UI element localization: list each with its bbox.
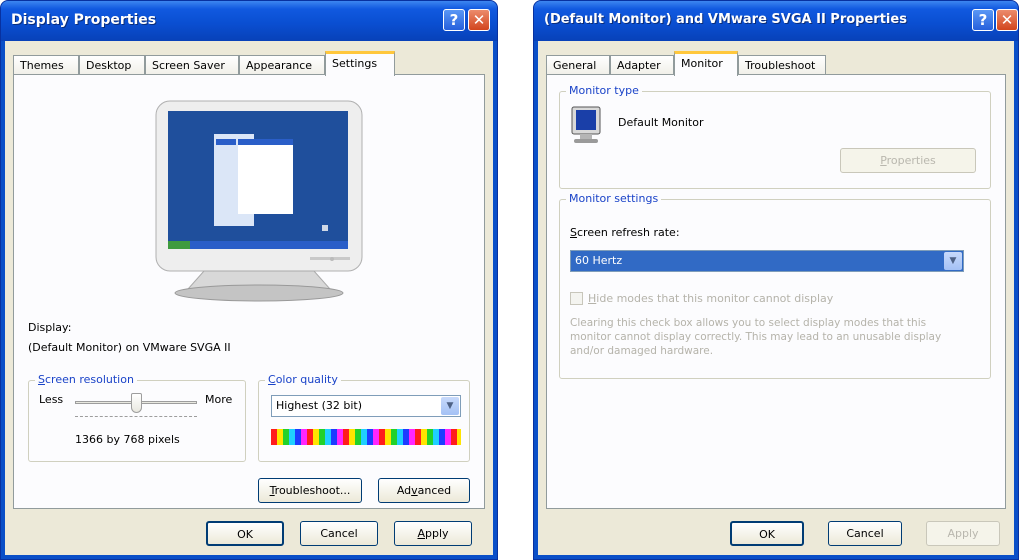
settings-panel: Display: (Default Monitor) on VMware SVG… — [13, 74, 485, 509]
display-properties-window: Display Properties ? ✕ Themes Desktop Sc… — [0, 0, 498, 560]
monitor-settings-legend: Monitor settings — [566, 192, 662, 205]
tab-screen-saver[interactable]: Screen Saver — [145, 55, 239, 75]
monitor-name: Default Monitor — [618, 116, 704, 129]
tab-appearance[interactable]: Appearance — [239, 55, 325, 75]
title-bar[interactable]: (Default Monitor) and VMware SVGA II Pro… — [534, 1, 1018, 41]
display-value: (Default Monitor) on VMware SVGA II — [28, 341, 231, 354]
chevron-down-icon[interactable]: ▼ — [441, 397, 459, 415]
apply-button[interactable]: Apply — [394, 521, 472, 546]
dialog-body: General Adapter Monitor Troubleshoot Mon… — [538, 41, 1014, 555]
help-button[interactable]: ? — [972, 9, 994, 31]
tab-monitor[interactable]: Monitor — [674, 51, 738, 76]
color-quality-group: Color quality Highest (32 bit) ▼ — [258, 373, 470, 462]
screen-resolution-legend: Screen resolution — [35, 373, 137, 386]
refresh-rate-label: Screen refresh rate: — [570, 226, 680, 239]
title-bar[interactable]: Display Properties ? ✕ — [1, 1, 497, 41]
refresh-rate-select[interactable]: 60 Hertz ▼ — [570, 250, 964, 272]
monitor-type-legend: Monitor type — [566, 84, 642, 97]
close-button[interactable]: ✕ — [468, 9, 490, 31]
tab-settings[interactable]: Settings — [325, 51, 395, 76]
ok-button[interactable]: OK — [206, 521, 284, 546]
monitor-preview — [154, 99, 364, 304]
chevron-down-icon[interactable]: ▼ — [944, 252, 962, 270]
properties-button[interactable]: Properties — [840, 148, 976, 173]
monitor-icon — [571, 106, 601, 143]
resolution-slider[interactable] — [75, 393, 197, 419]
tab-themes[interactable]: Themes — [13, 55, 79, 75]
hide-modes-checkbox[interactable] — [570, 292, 583, 305]
monitor-settings-group: Monitor settings Screen refresh rate: 60… — [559, 192, 991, 379]
close-icon: ✕ — [472, 11, 486, 29]
display-label: Display: — [28, 321, 72, 334]
apply-button[interactable]: Apply — [926, 521, 1000, 546]
more-label: More — [205, 393, 233, 406]
tab-desktop[interactable]: Desktop — [79, 55, 145, 75]
hide-modes-label: Hide modes that this monitor cannot disp… — [588, 292, 834, 305]
window-title: (Default Monitor) and VMware SVGA II Pro… — [544, 12, 907, 27]
less-label: Less — [39, 393, 64, 406]
close-icon: ✕ — [1000, 11, 1014, 29]
question-icon: ? — [978, 11, 988, 29]
monitor-type-group: Monitor type Default Monitor Properties — [559, 84, 991, 189]
refresh-rate-value: 60 Hertz — [575, 254, 623, 267]
dialog-body: Themes Desktop Screen Saver Appearance S… — [5, 41, 493, 555]
advanced-button[interactable]: Advanced — [378, 478, 470, 503]
slider-ticks — [75, 416, 197, 418]
color-quality-value: Highest (32 bit) — [276, 399, 363, 412]
window-title: Display Properties — [11, 12, 157, 28]
monitor-panel: Monitor type Default Monitor Properties … — [546, 74, 1006, 509]
hide-modes-note: Clearing this check box allows you to se… — [570, 317, 942, 357]
monitor-icon — [155, 100, 363, 302]
slider-thumb[interactable] — [131, 393, 142, 413]
cancel-button[interactable]: Cancel — [300, 521, 378, 546]
tab-general[interactable]: General — [546, 55, 610, 75]
help-button[interactable]: ? — [443, 9, 465, 31]
cancel-button[interactable]: Cancel — [828, 521, 902, 546]
color-quality-legend: Color quality — [265, 373, 341, 386]
troubleshoot-button[interactable]: Troubleshoot... — [258, 478, 362, 503]
tab-adapter[interactable]: Adapter — [610, 55, 674, 75]
screen-resolution-group: Screen resolution Less More 1366 by 768 … — [28, 373, 246, 462]
color-quality-select[interactable]: Highest (32 bit) ▼ — [271, 395, 461, 417]
color-spectrum-bar — [271, 429, 461, 445]
resolution-value: 1366 by 768 pixels — [75, 433, 180, 446]
close-button[interactable]: ✕ — [996, 9, 1018, 31]
tab-troubleshoot[interactable]: Troubleshoot — [738, 55, 826, 75]
question-icon: ? — [449, 11, 459, 29]
ok-button[interactable]: OK — [730, 521, 804, 546]
monitor-properties-window: (Default Monitor) and VMware SVGA II Pro… — [533, 0, 1019, 560]
